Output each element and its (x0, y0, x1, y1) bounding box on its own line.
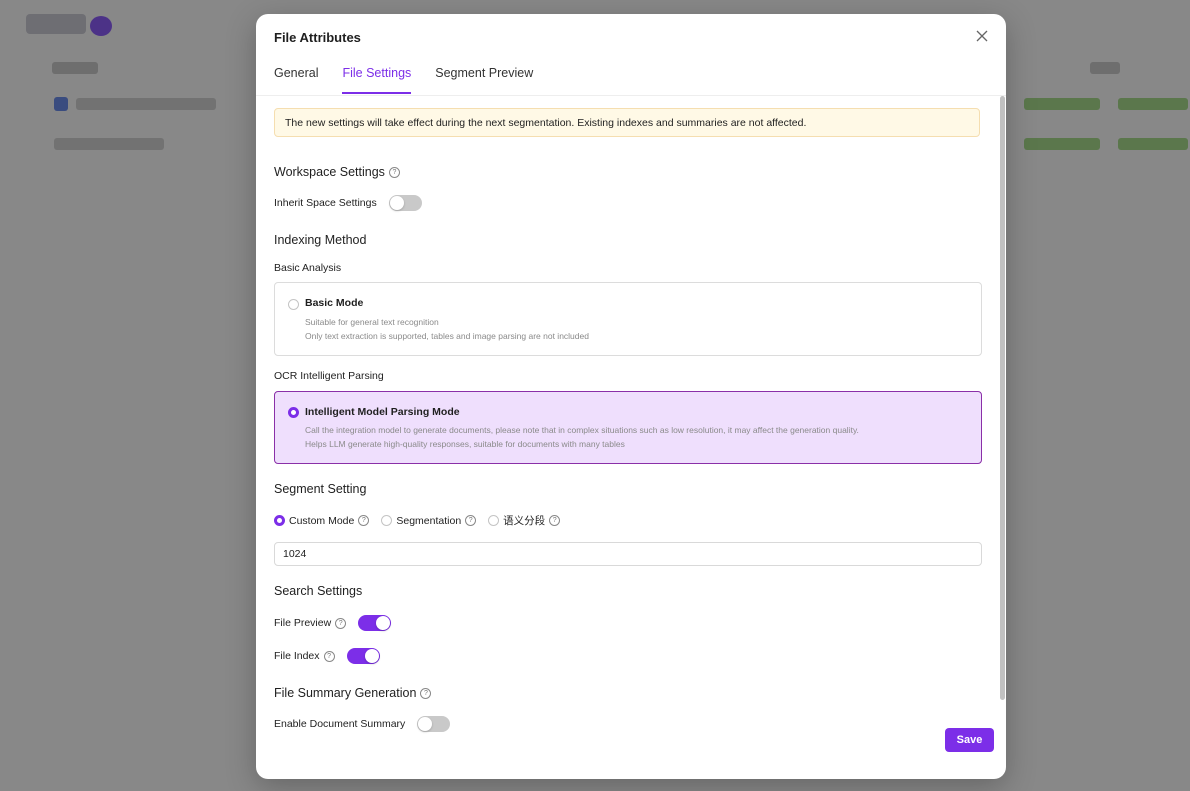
tabs-divider (256, 95, 1006, 96)
file-index-label: File Index (274, 650, 320, 662)
close-icon (976, 30, 988, 42)
tab-segment-preview[interactable]: Segment Preview (435, 66, 533, 94)
intelligent-mode-desc: Call the integration model to generate d… (305, 425, 859, 435)
segment-mode-options: Custom Mode ? Segmentation ? 语义分段 ? (274, 513, 561, 528)
tab-bar: General File Settings Segment Preview (274, 66, 533, 94)
basic-mode-radio[interactable] (288, 299, 299, 310)
basic-analysis-label: Basic Analysis (274, 262, 342, 274)
basic-mode-name: Basic Mode (305, 297, 364, 309)
custom-mode-radio[interactable] (274, 515, 285, 526)
segment-setting-title: Segment Setting (274, 482, 366, 496)
custom-mode-label: Custom Mode (289, 514, 355, 527)
help-icon[interactable]: ? (549, 515, 561, 526)
segment-option-segmentation[interactable]: Segmentation ? (381, 514, 477, 527)
segmentation-radio[interactable] (381, 515, 393, 526)
intelligent-mode-name: Intelligent Model Parsing Mode (305, 406, 460, 418)
semantic-label: 语义分段 (503, 515, 546, 527)
inherit-space-toggle[interactable] (388, 195, 422, 211)
inherit-space-row: Inherit Space Settings (274, 195, 422, 211)
basic-mode-desc: Suitable for general text recognition (305, 317, 439, 327)
intelligent-mode-card[interactable]: Intelligent Model Parsing Mode Call the … (274, 391, 982, 464)
inherit-space-label: Inherit Space Settings (274, 197, 377, 209)
file-preview-toggle[interactable] (358, 615, 392, 631)
indexing-method-label: Indexing Method (274, 233, 367, 247)
dialog-title: File Attributes (274, 30, 361, 45)
segment-size-input[interactable] (274, 542, 982, 566)
close-button[interactable] (972, 26, 992, 46)
summary-generation-title: File Summary Generation ? (274, 686, 432, 700)
ocr-parsing-label: OCR Intelligent Parsing (274, 370, 384, 382)
settings-notice: The new settings will take effect during… (274, 108, 980, 137)
intelligent-mode-radio[interactable] (288, 407, 299, 418)
help-icon[interactable]: ? (323, 650, 335, 662)
help-icon[interactable]: ? (335, 617, 347, 629)
summary-generation-label: File Summary Generation (274, 686, 417, 700)
file-preview-label: File Preview (274, 617, 332, 629)
help-icon[interactable]: ? (358, 515, 370, 526)
file-index-toggle[interactable] (346, 648, 380, 664)
basic-mode-card[interactable]: Basic Mode Suitable for general text rec… (274, 282, 982, 356)
enable-summary-row: Enable Document Summary (274, 716, 451, 732)
semantic-radio[interactable] (488, 515, 500, 526)
segment-option-custom[interactable]: Custom Mode ? (274, 514, 370, 527)
tab-file-settings[interactable]: File Settings (342, 66, 412, 94)
file-index-row: File Index ? (274, 648, 380, 664)
file-attributes-dialog: File Attributes General File Settings Se… (256, 14, 1006, 779)
tab-general[interactable]: General (274, 66, 318, 94)
file-preview-row: File Preview ? (274, 615, 392, 631)
search-settings-title: Search Settings (274, 584, 362, 598)
enable-summary-toggle[interactable] (417, 716, 451, 732)
workspace-settings-label: Workspace Settings (274, 165, 385, 179)
segment-option-semantic[interactable]: 语义分段 ? (488, 513, 561, 528)
help-icon[interactable]: ? (465, 515, 477, 526)
enable-summary-label: Enable Document Summary (274, 718, 406, 730)
save-button[interactable]: Save (945, 728, 994, 752)
help-icon[interactable]: ? (420, 687, 432, 699)
segment-setting-label: Segment Setting (274, 482, 367, 496)
basic-mode-desc: Only text extraction is supported, table… (305, 331, 589, 341)
workspace-settings-title: Workspace Settings ? (274, 165, 400, 179)
intelligent-mode-desc: Helps LLM generate high-quality response… (305, 439, 625, 449)
search-settings-label: Search Settings (274, 584, 363, 598)
scrollbar-thumb[interactable] (1000, 96, 1005, 700)
indexing-method-title: Indexing Method (274, 233, 366, 247)
segmentation-label: Segmentation (396, 514, 462, 527)
help-icon[interactable]: ? (388, 166, 400, 178)
